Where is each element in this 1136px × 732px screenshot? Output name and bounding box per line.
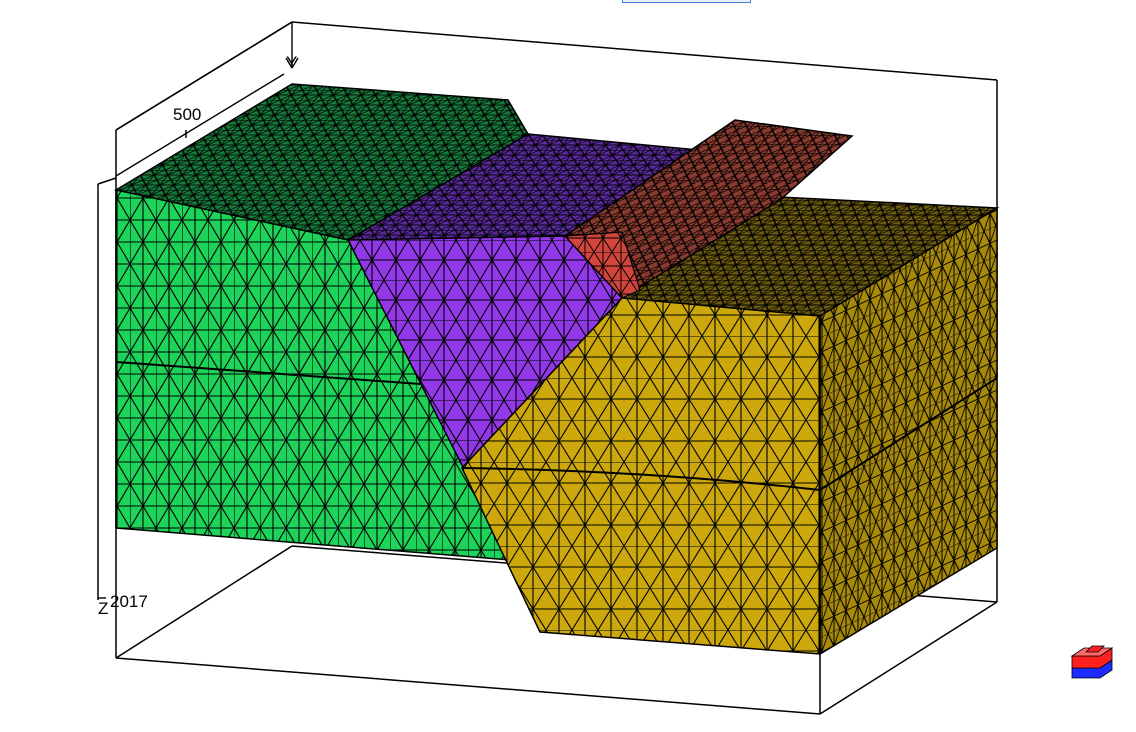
z-axis-tick-label: 2017 bbox=[110, 592, 148, 611]
y-axis-label: Y bbox=[286, 53, 297, 72]
z-axis-label: Z bbox=[98, 599, 108, 618]
orientation-cube-icon[interactable] bbox=[1070, 645, 1114, 679]
y-axis-tick-label: 500 bbox=[173, 105, 201, 124]
3d-viewport[interactable]: Y 500 Z 2017 bbox=[0, 0, 1136, 732]
